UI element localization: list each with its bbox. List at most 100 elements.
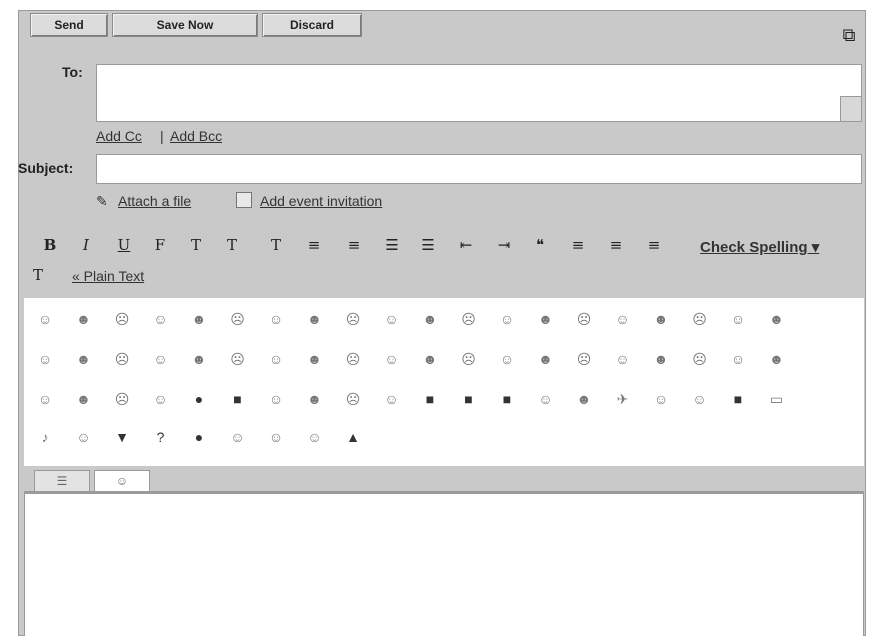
emoticon-icon[interactable]: ☺ bbox=[267, 350, 285, 368]
add-event-invitation-link[interactable]: Add event invitation bbox=[260, 193, 382, 209]
emoticon-icon[interactable]: ☺ bbox=[383, 350, 401, 368]
emoticon-icon[interactable]: ☺ bbox=[383, 310, 401, 328]
emoticon-icon[interactable]: ☻ bbox=[306, 310, 324, 328]
emoticon-icon[interactable]: ☺ bbox=[152, 350, 170, 368]
align-center-icon[interactable]: ≡ bbox=[606, 234, 626, 256]
emoticon-icon[interactable]: ☻ bbox=[75, 350, 93, 368]
emoticon-icon[interactable]: ☻ bbox=[306, 350, 324, 368]
emoticon-icon[interactable]: ☺ bbox=[498, 310, 516, 328]
text-color-icon[interactable]: T bbox=[222, 234, 242, 256]
emoticon-icon[interactable]: ☺ bbox=[652, 390, 670, 408]
emoticon-icon[interactable]: ☹ bbox=[344, 350, 362, 368]
discard-button[interactable]: Discard bbox=[262, 13, 362, 37]
emoticon-icon[interactable]: ☹ bbox=[691, 350, 709, 368]
emoticon-icon[interactable]: ☻ bbox=[75, 390, 93, 408]
popout-icon[interactable]: ⧉ bbox=[838, 24, 860, 46]
align-right-icon[interactable]: ≡ bbox=[644, 234, 664, 256]
emoticon-icon[interactable]: ☻ bbox=[537, 310, 555, 328]
emoticon-icon[interactable]: ☹ bbox=[691, 310, 709, 328]
link-icon[interactable]: ≡ bbox=[304, 234, 324, 256]
emoticon-icon[interactable]: ♪ bbox=[36, 428, 54, 446]
emoticon-icon[interactable]: ☺ bbox=[614, 350, 632, 368]
emoticon-icon[interactable]: ☻ bbox=[306, 390, 324, 408]
align-left-icon[interactable]: ≡ bbox=[568, 234, 588, 256]
highlight-icon[interactable]: T bbox=[266, 234, 286, 256]
emoticon-icon[interactable]: ☹ bbox=[575, 350, 593, 368]
check-spelling-link[interactable]: Check Spelling ▾ bbox=[700, 238, 819, 256]
emoticon-icon[interactable]: ☹ bbox=[575, 310, 593, 328]
emoticon-icon[interactable]: ☺ bbox=[614, 310, 632, 328]
emoticon-icon[interactable]: ☺ bbox=[152, 310, 170, 328]
emoticon-icon[interactable]: ● bbox=[190, 428, 208, 446]
emoticon-icon[interactable]: ☻ bbox=[537, 350, 555, 368]
italic-icon[interactable]: I bbox=[76, 234, 96, 256]
plain-text-link[interactable]: « Plain Text bbox=[72, 268, 144, 284]
underline-icon[interactable]: U bbox=[114, 234, 134, 256]
emoticon-icon[interactable]: ● bbox=[190, 390, 208, 408]
emoticon-icon[interactable]: ☺ bbox=[306, 428, 324, 446]
address-book-icon[interactable] bbox=[840, 96, 862, 122]
unlink-icon[interactable]: ≡ bbox=[344, 234, 364, 256]
emoticon-icon[interactable]: ☺ bbox=[267, 390, 285, 408]
emoticon-icon[interactable]: ▭ bbox=[768, 390, 786, 408]
emoticon-icon[interactable]: ▲ bbox=[344, 428, 362, 446]
emoticon-icon[interactable]: ☻ bbox=[190, 310, 208, 328]
font-icon[interactable]: F bbox=[150, 234, 170, 256]
numbered-list-icon[interactable]: ☰ bbox=[382, 234, 402, 256]
emoticon-icon[interactable]: ■ bbox=[498, 390, 516, 408]
emoticon-icon[interactable]: ☻ bbox=[652, 350, 670, 368]
emoticon-icon[interactable]: ■ bbox=[229, 390, 247, 408]
emoticon-icon[interactable]: ☺ bbox=[36, 350, 54, 368]
emoticon-icon[interactable]: ☻ bbox=[575, 390, 593, 408]
emoticon-icon[interactable]: ☺ bbox=[383, 390, 401, 408]
to-field[interactable] bbox=[96, 64, 862, 122]
remove-formatting-icon[interactable]: T bbox=[28, 264, 48, 286]
emoticon-icon[interactable]: ☺ bbox=[75, 428, 93, 446]
indent-more-icon[interactable]: ⇥ bbox=[494, 234, 514, 256]
emoticon-icon[interactable]: ☺ bbox=[498, 350, 516, 368]
message-body[interactable] bbox=[24, 494, 864, 636]
quote-icon[interactable]: ❝ bbox=[530, 234, 550, 256]
add-bcc-link[interactable]: Add Bcc bbox=[170, 128, 222, 144]
emoticon-icon[interactable]: ☹ bbox=[460, 310, 478, 328]
emoticon-icon[interactable]: ☺ bbox=[729, 350, 747, 368]
emoticon-icon[interactable]: ☹ bbox=[344, 310, 362, 328]
emoticon-icon[interactable]: ☺ bbox=[152, 390, 170, 408]
emoticon-icon[interactable]: ☻ bbox=[421, 310, 439, 328]
emoticon-icon[interactable]: ☹ bbox=[344, 390, 362, 408]
emoticon-icon[interactable]: ☻ bbox=[652, 310, 670, 328]
emoticon-icon[interactable]: ☻ bbox=[768, 350, 786, 368]
emoticon-icon[interactable]: ☻ bbox=[421, 350, 439, 368]
subject-field[interactable] bbox=[96, 154, 862, 184]
send-button[interactable]: Send bbox=[30, 13, 108, 37]
emoticon-icon[interactable]: ? bbox=[152, 428, 170, 446]
emoticon-icon[interactable]: ☺ bbox=[729, 310, 747, 328]
emoticon-icon[interactable]: ☹ bbox=[113, 350, 131, 368]
emoticon-icon[interactable]: ✈ bbox=[614, 390, 632, 408]
emoticon-tab-1[interactable]: ☰ bbox=[34, 470, 90, 492]
emoticon-icon[interactable]: ■ bbox=[729, 390, 747, 408]
emoticon-icon[interactable]: ☻ bbox=[190, 350, 208, 368]
emoticon-icon[interactable]: ☺ bbox=[36, 310, 54, 328]
save-now-button[interactable]: Save Now bbox=[112, 13, 258, 37]
bold-icon[interactable]: B bbox=[40, 234, 60, 256]
emoticon-icon[interactable]: ☺ bbox=[267, 428, 285, 446]
emoticon-icon[interactable]: ☻ bbox=[75, 310, 93, 328]
add-cc-link[interactable]: Add Cc bbox=[96, 128, 142, 144]
emoticon-icon[interactable]: ■ bbox=[421, 390, 439, 408]
font-size-icon[interactable]: T bbox=[186, 234, 206, 256]
emoticon-icon[interactable]: ☹ bbox=[229, 310, 247, 328]
emoticon-icon[interactable]: ☺ bbox=[229, 428, 247, 446]
emoticon-icon[interactable]: ☺ bbox=[36, 390, 54, 408]
emoticon-tab-2[interactable]: ☺ bbox=[94, 470, 150, 492]
bulleted-list-icon[interactable]: ☰ bbox=[418, 234, 438, 256]
emoticon-icon[interactable]: ▼ bbox=[113, 428, 131, 446]
indent-less-icon[interactable]: ⇤ bbox=[456, 234, 476, 256]
emoticon-icon[interactable]: ☹ bbox=[460, 350, 478, 368]
emoticon-icon[interactable]: ☹ bbox=[113, 390, 131, 408]
emoticon-icon[interactable]: ☺ bbox=[691, 390, 709, 408]
emoticon-icon[interactable]: ☺ bbox=[267, 310, 285, 328]
emoticon-icon[interactable]: ■ bbox=[460, 390, 478, 408]
attach-file-link[interactable]: Attach a file bbox=[118, 193, 191, 209]
emoticon-icon[interactable]: ☺ bbox=[537, 390, 555, 408]
